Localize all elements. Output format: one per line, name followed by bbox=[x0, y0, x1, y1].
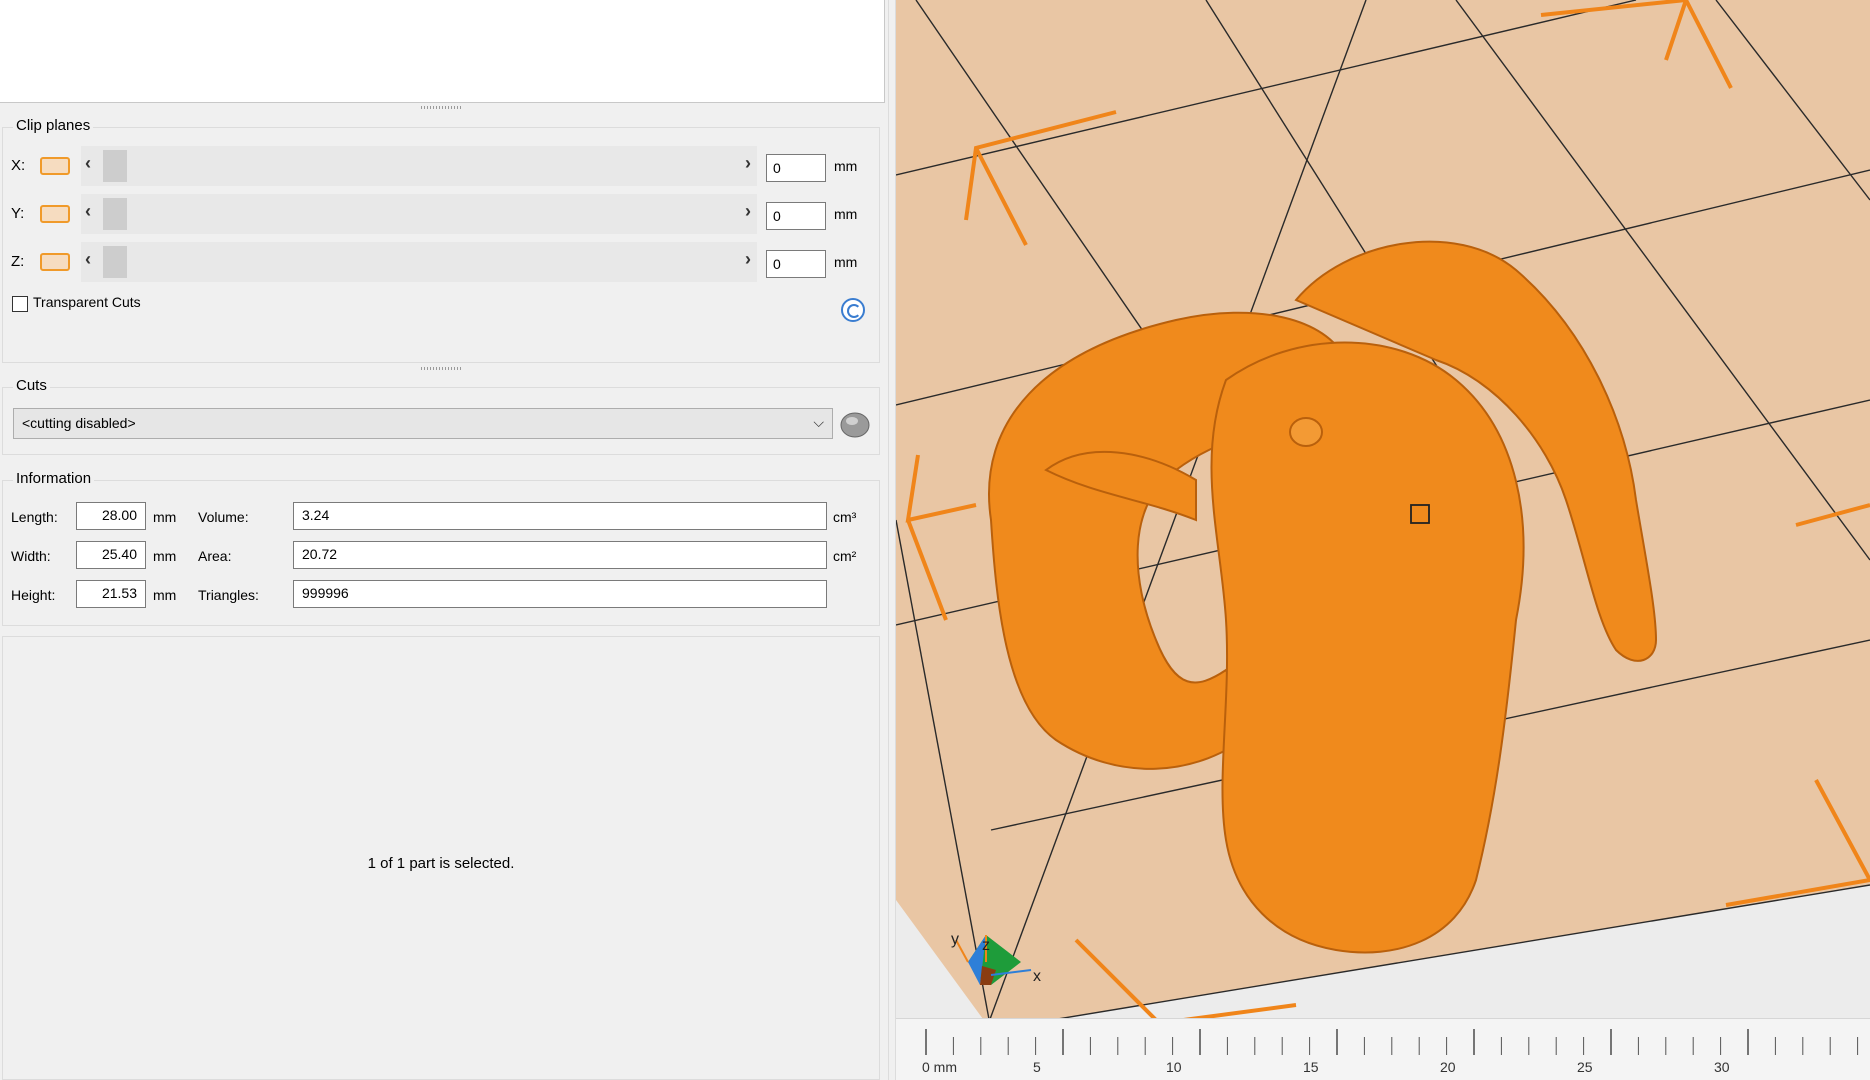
ruler-label: 10 bbox=[1166, 1059, 1182, 1075]
axis-color-swatch-y[interactable] bbox=[40, 205, 70, 223]
ruler-label: 20 bbox=[1440, 1059, 1456, 1075]
height-unit: mm bbox=[153, 587, 177, 603]
unit-label: mm bbox=[834, 254, 858, 270]
area-unit: cm² bbox=[833, 548, 857, 564]
slider-left-arrow-icon[interactable]: ‹ bbox=[85, 249, 91, 270]
height-value: 21.53 bbox=[76, 580, 146, 608]
axis-label-x: X: bbox=[11, 157, 26, 174]
area-label: Area: bbox=[198, 548, 232, 564]
area-value: 20.72 bbox=[293, 541, 827, 569]
slider-right-arrow-icon[interactable]: › bbox=[745, 201, 751, 222]
information-title: Information bbox=[13, 470, 95, 487]
clip-slider-z[interactable]: ‹ › bbox=[81, 242, 757, 282]
axis-color-swatch-x[interactable] bbox=[40, 157, 70, 175]
clip-planes-title: Clip planes bbox=[13, 117, 94, 134]
object-list-area[interactable] bbox=[0, 0, 885, 103]
ruler-label: 5 bbox=[1033, 1059, 1041, 1075]
selection-status-text: 1 of 1 part is selected. bbox=[367, 855, 515, 872]
panel-splitter[interactable] bbox=[888, 0, 896, 1080]
length-unit: mm bbox=[153, 509, 177, 525]
unit-label: mm bbox=[834, 206, 858, 222]
slider-left-arrow-icon[interactable]: ‹ bbox=[85, 201, 91, 222]
volume-value: 3.24 bbox=[293, 502, 827, 530]
transparent-cuts-checkbox[interactable] bbox=[12, 296, 28, 312]
scene-canvas[interactable]: y z x bbox=[896, 0, 1870, 1080]
chevron-down-icon: ⌵ bbox=[813, 414, 824, 430]
clip-value-y[interactable] bbox=[766, 202, 826, 230]
triangles-value: 999996 bbox=[293, 580, 827, 608]
axis-label-y: Y: bbox=[11, 205, 25, 222]
slider-right-arrow-icon[interactable]: › bbox=[745, 153, 751, 174]
selection-status-area: 1 of 1 part is selected. bbox=[2, 636, 880, 1080]
width-label: Width: bbox=[11, 548, 51, 564]
clip-value-x[interactable] bbox=[766, 154, 826, 182]
slider-thumb[interactable] bbox=[103, 198, 127, 230]
slider-right-arrow-icon[interactable]: › bbox=[745, 249, 751, 270]
slider-left-arrow-icon[interactable]: ‹ bbox=[85, 153, 91, 174]
clip-row-x: X: ‹ › mm bbox=[3, 146, 879, 186]
ruler-label: 0 mm bbox=[922, 1059, 957, 1075]
unit-label: mm bbox=[834, 158, 858, 174]
clip-planes-group: Clip planes X: ‹ › mm Y: ‹ › mm Z: bbox=[2, 117, 880, 363]
cuts-dropdown-value: <cutting disabled> bbox=[22, 415, 136, 431]
information-group: Information Length: 28.00 mm Width: 25.4… bbox=[2, 470, 880, 626]
height-label: Height: bbox=[11, 587, 56, 603]
width-value: 25.40 bbox=[76, 541, 146, 569]
left-panel: Clip planes X: ‹ › mm Y: ‹ › mm Z: bbox=[0, 0, 888, 1080]
clip-slider-y[interactable]: ‹ › bbox=[81, 194, 757, 234]
ruler-label: 25 bbox=[1577, 1059, 1593, 1075]
ruler-ticks bbox=[925, 1029, 1859, 1055]
clip-row-z: Z: ‹ › mm bbox=[3, 242, 879, 282]
triangles-label: Triangles: bbox=[198, 587, 259, 603]
gizmo-z-label: z bbox=[982, 937, 990, 954]
cuts-dropdown[interactable]: <cutting disabled> ⌵ bbox=[13, 408, 833, 439]
clip-value-z[interactable] bbox=[766, 250, 826, 278]
cuts-title: Cuts bbox=[13, 377, 50, 394]
transparent-cuts-label: Transparent Cuts bbox=[33, 294, 141, 310]
splitter-grip[interactable] bbox=[421, 106, 461, 109]
slider-thumb[interactable] bbox=[103, 150, 127, 182]
clip-row-y: Y: ‹ › mm bbox=[3, 194, 879, 234]
3d-viewport[interactable]: y z x 0 mm 5 10 15 20 25 30 bbox=[896, 0, 1870, 1080]
axis-label-z: Z: bbox=[11, 253, 25, 270]
volume-unit: cm³ bbox=[833, 509, 857, 525]
cuts-group: Cuts <cutting disabled> ⌵ bbox=[2, 377, 880, 455]
width-unit: mm bbox=[153, 548, 177, 564]
measurement-ruler: 0 mm 5 10 15 20 25 30 bbox=[896, 1018, 1870, 1080]
splitter-grip[interactable] bbox=[421, 367, 461, 370]
slider-thumb[interactable] bbox=[103, 246, 127, 278]
cut-tool-icon[interactable] bbox=[839, 409, 871, 439]
gizmo-x-label: x bbox=[1033, 968, 1041, 985]
reset-clip-icon[interactable] bbox=[841, 298, 865, 322]
axis-color-swatch-z[interactable] bbox=[40, 253, 70, 271]
ruler-label: 15 bbox=[1303, 1059, 1319, 1075]
gizmo-y-label: y bbox=[951, 931, 959, 948]
volume-label: Volume: bbox=[198, 509, 249, 525]
length-label: Length: bbox=[11, 509, 58, 525]
length-value: 28.00 bbox=[76, 502, 146, 530]
ruler-label: 30 bbox=[1714, 1059, 1730, 1075]
clip-slider-x[interactable]: ‹ › bbox=[81, 146, 757, 186]
